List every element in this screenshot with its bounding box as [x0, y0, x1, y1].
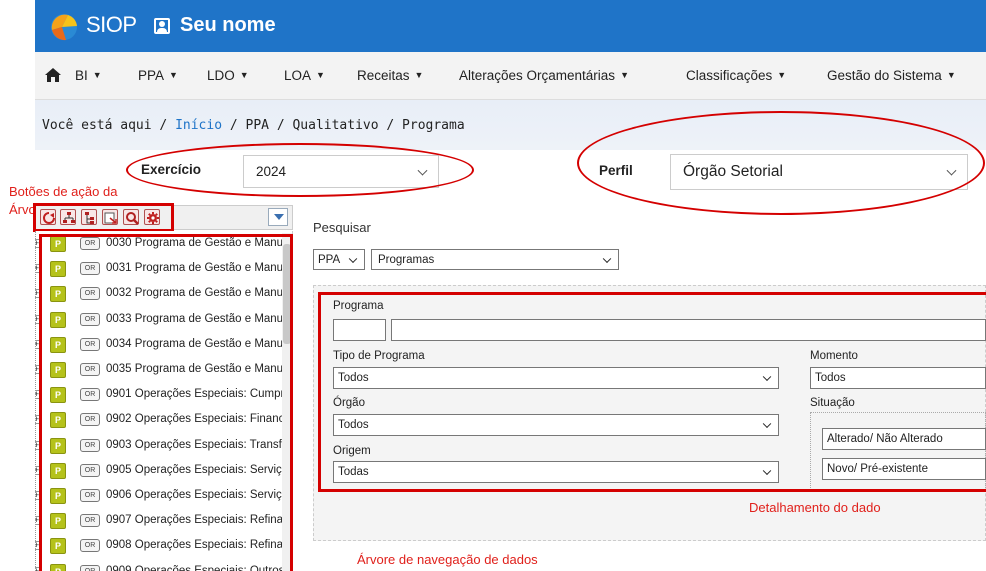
search-type-select[interactable]: PPA: [313, 249, 365, 270]
search-type-value: PPA: [318, 253, 341, 266]
app-name[interactable]: SIOP: [86, 12, 137, 38]
breadcrumb: Você está aqui / Início / PPA / Qualitat…: [42, 118, 465, 133]
annotation-ellipse-exercicio: [126, 143, 474, 197]
menu-label: LDO: [207, 68, 235, 83]
chevron-down-icon: [348, 254, 358, 263]
menu-label: Gestão do Sistema: [827, 68, 942, 83]
breadcrumb-home-link[interactable]: Início: [175, 118, 222, 133]
annotation-toolbar-note: Botões de ação da: [9, 184, 118, 199]
annotation-ellipse-perfil: [577, 111, 985, 215]
user-icon: [154, 18, 170, 34]
search-scope-value: Programas: [378, 253, 435, 266]
top-header-bar: [35, 0, 986, 52]
chevron-down-icon: ▼: [414, 70, 424, 80]
menu-item-alteracoes[interactable]: Alterações Orçamentárias ▼: [459, 68, 629, 83]
breadcrumb-path: / PPA / Qualitativo / Programa: [222, 118, 465, 133]
menu-label: Alterações Orçamentárias: [459, 68, 616, 83]
tree-guide-line: [35, 231, 36, 571]
menu-label: LOA: [284, 68, 312, 83]
siop-logo-icon: [51, 14, 77, 41]
menu-item-classificacoes[interactable]: Classificações ▼: [686, 68, 786, 83]
menu-label: BI: [75, 68, 88, 83]
chevron-down-icon: ▼: [946, 70, 956, 80]
menu-item-ldo[interactable]: LDO ▼: [207, 68, 249, 83]
chevron-down-icon: ▼: [777, 70, 787, 80]
chevron-down-icon: ▼: [239, 70, 249, 80]
search-title: Pesquisar: [313, 220, 371, 235]
search-scope-select[interactable]: Programas: [371, 249, 619, 270]
chevron-down-icon: [602, 254, 612, 263]
chevron-down-icon: ▼: [169, 70, 178, 80]
menu-item-gestao-sistema[interactable]: Gestão do Sistema ▼: [827, 68, 956, 83]
menu-label: PPA: [138, 68, 165, 83]
chevron-down-icon: ▼: [92, 70, 102, 80]
tree-collapse-button[interactable]: [268, 208, 288, 226]
home-icon[interactable]: [44, 66, 62, 84]
user-name[interactable]: Seu nome: [180, 14, 276, 37]
menu-label: Classificações: [686, 68, 773, 83]
chevron-down-icon: ▼: [316, 70, 325, 80]
menu-item-bi[interactable]: BI ▼: [75, 68, 102, 83]
menu-item-loa[interactable]: LOA ▼: [284, 68, 325, 83]
annotation-box-detail: [318, 292, 986, 492]
menu-item-receitas[interactable]: Receitas ▼: [357, 68, 423, 83]
annotation-tree-note: Árvore de navegação de dados: [357, 552, 538, 567]
menu-label: Receitas: [357, 68, 410, 83]
breadcrumb-prefix: Você está aqui /: [42, 118, 176, 133]
menu-item-ppa[interactable]: PPA ▼: [138, 68, 178, 83]
chevron-down-icon: ▼: [620, 70, 629, 80]
annotation-box-tree: [39, 234, 293, 571]
annotation-box-toolbar: [33, 203, 174, 232]
annotation-detail-note: Detalhamento do dado: [749, 500, 881, 515]
